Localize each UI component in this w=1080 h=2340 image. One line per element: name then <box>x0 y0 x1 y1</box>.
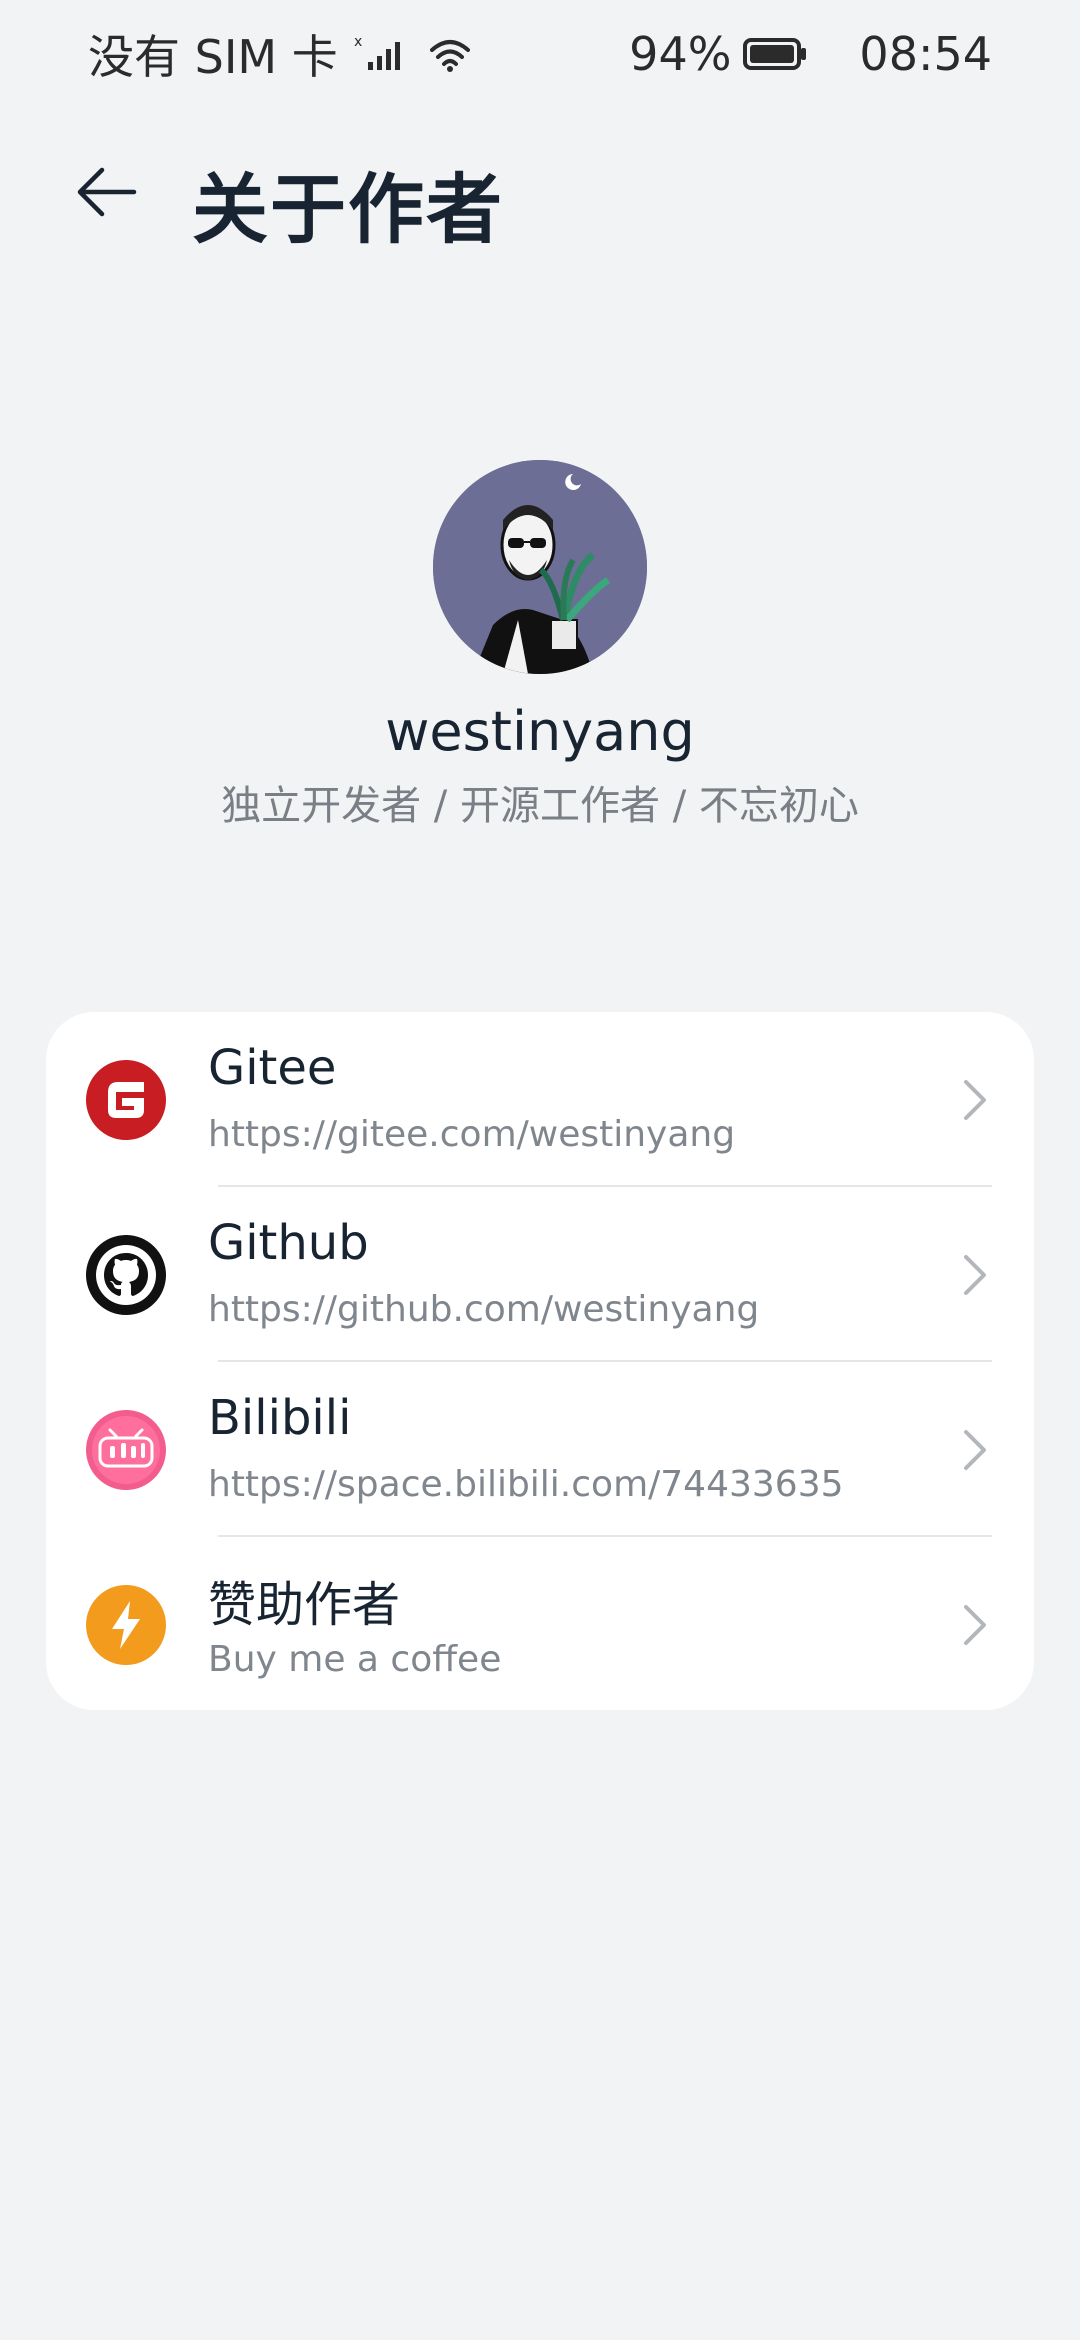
author-name: westinyang <box>385 700 695 763</box>
wifi-icon <box>426 34 474 74</box>
battery-icon <box>743 34 809 74</box>
chevron-right-icon <box>964 1255 986 1295</box>
author-bio: 独立开发者 / 开源工作者 / 不忘初心 <box>221 783 859 829</box>
chevron-right-icon <box>964 1430 986 1470</box>
back-button[interactable] <box>72 156 144 228</box>
page-title: 关于作者 <box>192 165 504 254</box>
link-url: https://space.bilibili.com/74433635 <box>208 1464 844 1505</box>
clock: 08:54 <box>859 27 992 81</box>
carrier-text: 没有 SIM 卡 <box>88 30 338 84</box>
link-title: Github <box>208 1215 369 1271</box>
link-title: 赞助作者 <box>208 1577 401 1633</box>
link-item-gitee[interactable]: Gitee https://gitee.com/westinyang <box>46 1012 1034 1187</box>
avatar-image <box>433 460 647 674</box>
links-card: Gitee https://gitee.com/westinyang Githu… <box>46 1012 1034 1710</box>
battery-percent: 94% <box>629 27 732 81</box>
link-title: Bilibili <box>208 1390 352 1446</box>
link-item-sponsor[interactable]: 赞助作者 Buy me a coffee <box>46 1537 1034 1710</box>
link-item-github[interactable]: Github https://github.com/westinyang <box>46 1187 1034 1362</box>
signal-icon: x <box>354 34 410 74</box>
chevron-right-icon <box>964 1080 986 1120</box>
status-bar: 没有 SIM 卡 x 94% 08:54 <box>0 0 1080 108</box>
link-subtitle: Buy me a coffee <box>208 1639 502 1680</box>
svg-text:x: x <box>354 34 362 50</box>
github-icon <box>86 1235 166 1315</box>
bilibili-icon <box>86 1410 166 1490</box>
sponsor-icon <box>86 1585 166 1665</box>
link-url: https://gitee.com/westinyang <box>208 1114 736 1155</box>
status-right: 94% 08:54 <box>629 27 992 81</box>
author-profile: westinyang 独立开发者 / 开源工作者 / 不忘初心 <box>0 460 1080 831</box>
avatar <box>433 460 647 674</box>
link-url: https://github.com/westinyang <box>208 1289 760 1330</box>
status-left: 没有 SIM 卡 x <box>88 21 474 87</box>
link-title: Gitee <box>208 1040 337 1096</box>
gitee-icon <box>86 1060 166 1140</box>
chevron-right-icon <box>964 1605 986 1645</box>
header: 关于作者 <box>0 128 1080 258</box>
link-item-bilibili[interactable]: Bilibili https://space.bilibili.com/7443… <box>46 1362 1034 1537</box>
back-arrow-icon <box>77 167 137 217</box>
